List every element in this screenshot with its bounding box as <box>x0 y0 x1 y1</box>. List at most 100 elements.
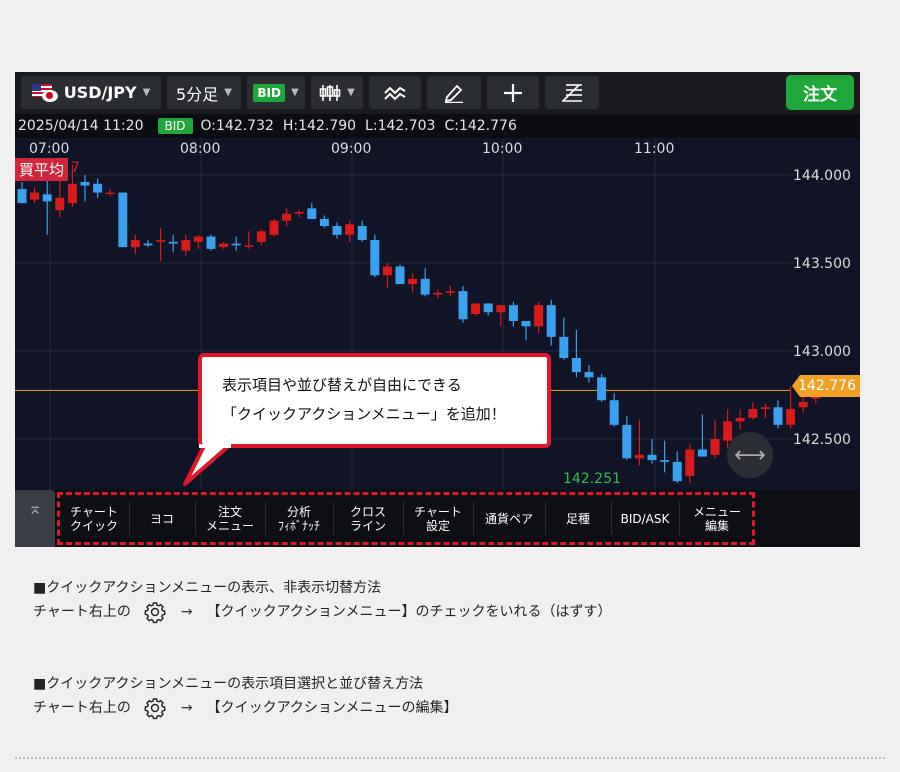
timeframe-selector[interactable]: 5分足 ▼ <box>167 76 241 109</box>
candle-body <box>748 409 758 418</box>
gear-icon <box>144 698 166 720</box>
candle-body <box>80 182 90 186</box>
horizontal-expand-button[interactable]: ⟷ <box>727 432 773 478</box>
candle-body <box>521 321 531 327</box>
x-tick-label: 07:00 <box>29 141 69 157</box>
note-heading: ■クイックアクションメニューの表示項目選択と並び替え方法 <box>33 676 424 692</box>
callout-line-2: 「クイックアクションメニュー」を追加！ <box>222 405 506 423</box>
candle-body <box>143 243 153 246</box>
chevron-down-icon: ▼ <box>224 87 232 98</box>
high-value: H:142.790 <box>282 118 357 134</box>
close-value: C:142.776 <box>444 118 517 134</box>
quick-menu-highlight-frame <box>57 492 755 545</box>
quick-menu-collapse-button[interactable]: ⌅ <box>15 490 55 547</box>
info-price-type-badge: BID <box>157 118 193 134</box>
session-low-label: 142.251 <box>563 471 621 487</box>
candlestick-icon <box>319 84 341 101</box>
crosshair-button[interactable] <box>487 76 539 109</box>
quick-action-menu: ⌅ チャート クイック ヨコ 注文 メニュー 分析 ﾌｨﾎﾞﾅｯﾁ クロス ライン チャー… <box>15 490 860 547</box>
dotted-divider <box>15 757 885 759</box>
candle-body <box>798 402 808 408</box>
candle-body <box>508 305 518 322</box>
candle-body <box>597 377 607 401</box>
candle-body <box>93 183 103 193</box>
indicator-wave-icon <box>384 86 406 100</box>
candle-body <box>17 189 27 204</box>
low-value: L:142.703 <box>365 118 436 134</box>
note-arrow: → <box>180 604 193 620</box>
candle-body <box>647 454 657 461</box>
candle-body <box>445 291 455 293</box>
x-tick-label: 09:00 <box>331 141 371 157</box>
candle-body <box>773 407 783 425</box>
candle-body <box>282 213 292 221</box>
collapse-up-icon: ⌅ <box>27 498 43 519</box>
note-toggle-display: ■クイックアクションメニューの表示、非表示切替方法 チャート右上の → 【クイッ… <box>33 576 612 624</box>
chart-type-selector[interactable]: ▼ <box>311 76 363 109</box>
candle-body <box>30 192 40 200</box>
price-type-selector[interactable]: BID ▼ <box>247 76 305 109</box>
y-tick-label: 142.500 <box>793 432 851 448</box>
usd-jpy-flag-icon <box>31 83 58 102</box>
candle-body <box>307 208 317 219</box>
candle-body <box>345 224 355 235</box>
average-buy-price-suffix: 7 <box>71 160 80 176</box>
candle-body <box>256 231 266 242</box>
fibonacci-tool-button[interactable] <box>545 76 599 109</box>
currency-pair-label: USD/JPY <box>63 83 137 102</box>
candle-body <box>786 409 796 425</box>
currency-pair-selector[interactable]: USD/JPY ▼ <box>21 76 161 109</box>
candle-body <box>269 220 279 235</box>
candle-body <box>672 461 682 482</box>
candle-body <box>559 336 569 358</box>
candle-body <box>458 291 468 320</box>
ohlc-info-row: 2025/04/14 11:20 BID O:142.732 H:142.790… <box>15 114 860 138</box>
candle-body <box>571 358 581 373</box>
note-action: 【クイックアクションメニュー】のチェックをいれる（はずす） <box>206 604 612 620</box>
drawing-tool-button[interactable] <box>427 76 481 109</box>
candle-body <box>735 417 745 422</box>
y-tick-label: 144.000 <box>793 168 851 184</box>
candle-body <box>471 303 481 314</box>
x-tick-label: 08:00 <box>180 141 220 157</box>
y-tick-label: 143.500 <box>793 256 851 272</box>
price-type-badge: BID <box>253 83 285 102</box>
gear-icon <box>144 602 166 624</box>
note-prefix: チャート右上の <box>33 604 131 620</box>
x-tick-label: 11:00 <box>634 141 674 157</box>
candle-body <box>584 372 594 378</box>
candle-body <box>395 266 405 285</box>
callout-line-1: 表示項目や並び替えが自由にできる <box>222 376 462 394</box>
candle-body <box>496 305 506 313</box>
x-tick-label: 10:00 <box>482 141 522 157</box>
candle-body <box>193 236 203 242</box>
candle-body <box>660 460 670 462</box>
candle-body <box>294 211 304 214</box>
note-arrow: → <box>180 700 193 716</box>
candle-datetime: 2025/04/14 11:20 <box>18 118 144 134</box>
candle-body <box>420 278 430 295</box>
crosshair-icon <box>504 83 522 102</box>
candle-body <box>710 438 720 455</box>
candle-body <box>483 303 493 313</box>
pencil-icon <box>444 84 463 103</box>
candle-body <box>370 240 380 276</box>
candle-body <box>622 424 632 459</box>
candle-body <box>130 240 140 248</box>
chevron-down-icon: ▼ <box>347 87 355 98</box>
trading-app: USD/JPY ▼ 5分足 ▼ BID ▼ ▼ 注文 2025/04/14 11… <box>15 72 860 547</box>
candle-body <box>697 449 707 457</box>
candle-body <box>244 245 254 247</box>
candle-body <box>634 454 644 459</box>
technical-indicator-button[interactable] <box>369 76 421 109</box>
candle-body <box>685 449 695 476</box>
chevron-down-icon: ▼ <box>290 87 299 98</box>
order-button[interactable]: 注文 <box>786 75 854 110</box>
candle-body <box>760 407 770 410</box>
candle-body <box>546 305 556 337</box>
candle-body <box>67 183 77 204</box>
candle-body <box>534 305 544 327</box>
open-value: O:142.732 <box>200 118 274 134</box>
timeframe-label: 5分足 <box>176 84 219 104</box>
note-prefix: チャート右上の <box>33 700 131 716</box>
